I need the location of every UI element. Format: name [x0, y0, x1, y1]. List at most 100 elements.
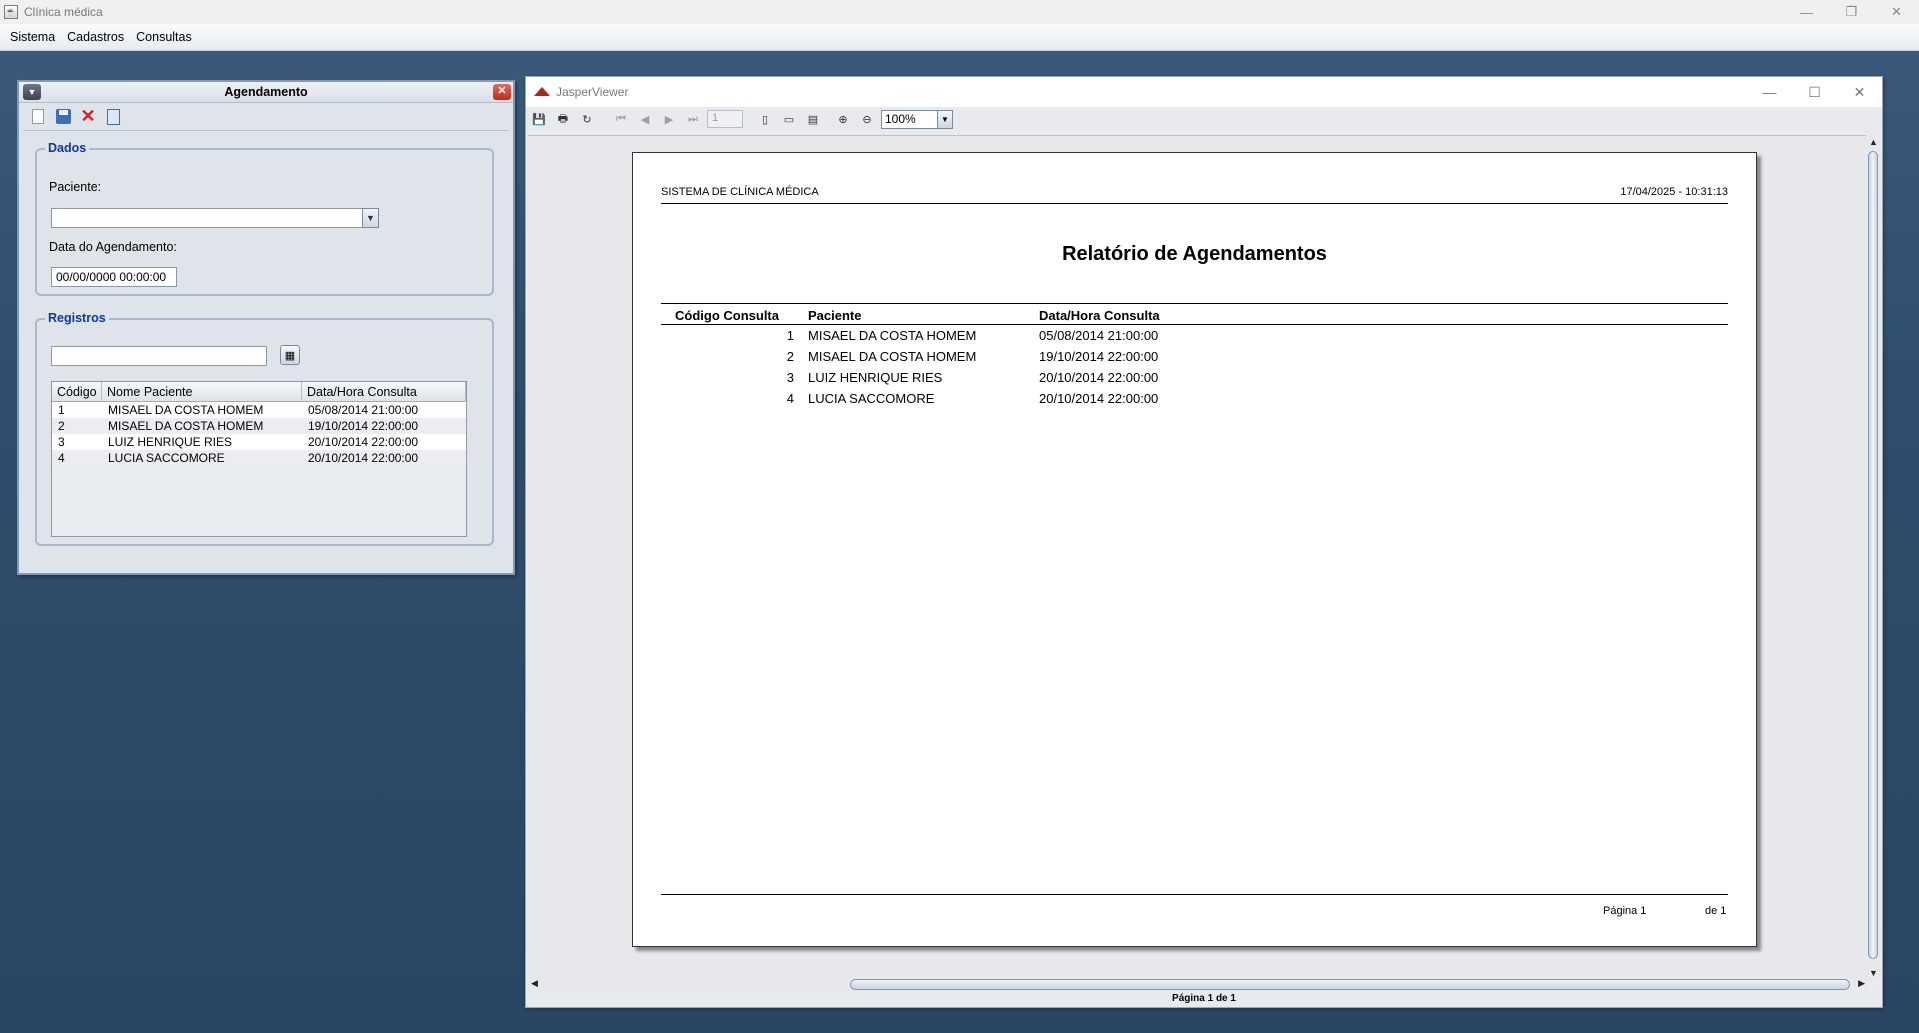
- page-icon: ▯: [761, 113, 769, 126]
- vertical-scrollbar[interactable]: ▲ ▼: [1866, 135, 1880, 980]
- agendamento-frame: ▼ Agendamento ✕ ✕ Dados Paciente: ▼ Data…: [17, 80, 515, 575]
- save-icon: [55, 109, 71, 124]
- scroll-down-icon[interactable]: ▼: [1869, 968, 1878, 978]
- fit-page-icon: ▭: [783, 113, 795, 126]
- prev-page-button[interactable]: ◀: [635, 109, 655, 129]
- first-page-button[interactable]: ⏮: [611, 109, 631, 129]
- scroll-up-icon[interactable]: ▲: [1869, 137, 1878, 147]
- cell-nome: LUCIA SACCOMORE: [108, 451, 225, 465]
- cell-nome: LUIZ HENRIQUE RIES: [108, 435, 233, 449]
- search-button[interactable]: ▦: [280, 345, 300, 365]
- table-row[interactable]: 3 LUIZ HENRIQUE RIES 20/10/2014 22:00:00: [52, 434, 466, 450]
- last-page-icon: ⏭: [688, 112, 698, 125]
- status-bar: Página 1 de 1: [1172, 993, 1236, 1004]
- java-app-icon: ☕: [4, 5, 18, 19]
- horizontal-scroll-thumb[interactable]: [850, 979, 1850, 990]
- dados-legend: Dados: [45, 141, 90, 155]
- frame-close-icon[interactable]: ✕: [493, 84, 511, 100]
- fit-width-icon: ▤: [807, 113, 819, 126]
- agendamento-toolbar: ✕: [23, 103, 509, 131]
- chevron-down-icon[interactable]: ▼: [937, 109, 953, 129]
- cell-data: 19/10/2014 22:00:00: [308, 419, 419, 433]
- footer-page-label: Página 1: [1603, 905, 1647, 917]
- jasper-toolbar: 💾 🖶 ↻ ⏮ ◀ ▶ ⏭ 1 ▯ ▭ ▤ ⊕ ⊖ 100% ▼: [526, 107, 1882, 131]
- report-row-paciente: MISAEL DA COSTA HOMEM: [808, 328, 977, 343]
- report-col-codigo: Código Consulta: [675, 308, 779, 323]
- report-button[interactable]: [104, 108, 122, 126]
- col-codigo[interactable]: Código: [52, 382, 102, 401]
- window-title: Clínica médica: [24, 5, 103, 19]
- jasperviewer-window: JasperViewer — ☐ ✕ 💾 🖶 ↻ ⏮ ◀ ▶ ⏭ 1 ▯ ▭ ▤…: [525, 76, 1883, 1008]
- zoom-combo[interactable]: 100% ▼: [881, 109, 953, 129]
- jasper-maximize-button[interactable]: ☐: [1792, 77, 1837, 107]
- report-row-paciente: LUIZ HENRIQUE RIES: [808, 370, 943, 385]
- report-row-datahora: 19/10/2014 22:00:00: [1039, 349, 1159, 364]
- vertical-scroll-thumb[interactable]: [1868, 151, 1878, 959]
- cell-codigo: 3: [58, 435, 65, 449]
- scroll-right-icon[interactable]: ▶: [1858, 978, 1865, 989]
- horizontal-scrollbar[interactable]: ◀ ▶: [528, 977, 1868, 991]
- table-row[interactable]: 2 MISAEL DA COSTA HOMEM 19/10/2014 22:00…: [52, 418, 466, 434]
- delete-icon: ✕: [80, 106, 96, 126]
- next-page-button[interactable]: ▶: [659, 109, 679, 129]
- cell-codigo: 2: [58, 419, 65, 433]
- new-button[interactable]: [29, 108, 47, 126]
- report-page: SISTEMA DE CLÍNICA MÉDICA 17/04/2025 - 1…: [632, 152, 1757, 947]
- report-row-codigo: 4: [786, 391, 794, 406]
- save-button[interactable]: [54, 108, 72, 126]
- table-row[interactable]: 1 MISAEL DA COSTA HOMEM 05/08/2014 21:00…: [52, 402, 466, 418]
- restore-button[interactable]: ❐: [1829, 0, 1874, 24]
- zoom-out-icon: ⊖: [862, 113, 872, 126]
- jasper-minimize-button[interactable]: —: [1747, 77, 1792, 107]
- zoom-out-button[interactable]: ⊖: [857, 109, 877, 129]
- search-input[interactable]: [51, 346, 267, 366]
- print-button[interactable]: 🖶: [553, 109, 573, 129]
- report-row-codigo: 3: [786, 370, 794, 385]
- page-number-field[interactable]: 1: [707, 110, 743, 128]
- fit-width-button[interactable]: ▤: [803, 109, 823, 129]
- cell-codigo: 4: [58, 451, 65, 465]
- menu-cadastros[interactable]: Cadastros: [61, 30, 130, 44]
- registros-group: Registros ▦ Código Nome Paciente Data/Ho…: [35, 311, 494, 546]
- reload-button[interactable]: ↻: [577, 109, 597, 129]
- table-row[interactable]: 4 LUCIA SACCOMORE 20/10/2014 22:00:00: [52, 450, 466, 466]
- prev-page-icon: ◀: [640, 113, 650, 126]
- report-title: Relatório de Agendamentos: [1062, 243, 1327, 265]
- minimize-button[interactable]: —: [1784, 0, 1829, 24]
- report-row-paciente: LUCIA SACCOMORE: [808, 391, 935, 406]
- jasper-close-button[interactable]: ✕: [1837, 77, 1882, 107]
- scroll-left-icon[interactable]: ◀: [531, 978, 538, 989]
- col-nome-paciente[interactable]: Nome Paciente: [102, 382, 302, 401]
- close-button[interactable]: ✕: [1874, 0, 1919, 24]
- actual-size-button[interactable]: ▯: [755, 109, 775, 129]
- cell-codigo: 1: [58, 403, 65, 417]
- search-icon: ▦: [284, 349, 296, 362]
- frame-menu-icon[interactable]: ▼: [23, 84, 41, 100]
- chevron-down-icon[interactable]: ▼: [362, 208, 379, 228]
- first-page-icon: ⏮: [616, 112, 626, 125]
- delete-button[interactable]: ✕: [79, 106, 97, 126]
- save-report-button[interactable]: 💾: [529, 109, 549, 129]
- report-viewport: SISTEMA DE CLÍNICA MÉDICA 17/04/2025 - 1…: [528, 135, 1868, 980]
- paciente-combo[interactable]: ▼: [51, 208, 379, 228]
- zoom-in-button[interactable]: ⊕: [833, 109, 853, 129]
- jasperviewer-titlebar[interactable]: JasperViewer — ☐ ✕: [526, 77, 1882, 107]
- registros-table: Código Nome Paciente Data/Hora Consulta …: [51, 381, 467, 537]
- dados-group: Dados Paciente: ▼ Data do Agendamento: 0…: [35, 141, 494, 296]
- report-row-datahora: 05/08/2014 21:00:00: [1039, 328, 1159, 343]
- menu-sistema[interactable]: Sistema: [4, 30, 61, 44]
- report-row-codigo: 1: [786, 328, 794, 343]
- report-row-datahora: 20/10/2014 22:00:00: [1039, 391, 1159, 406]
- col-data-hora[interactable]: Data/Hora Consulta: [302, 382, 466, 401]
- last-page-button[interactable]: ⏭: [683, 109, 703, 129]
- column-header-bottom-line: [661, 324, 1728, 325]
- column-header-top-line: [661, 303, 1728, 304]
- reload-icon: ↻: [582, 113, 592, 126]
- report-datetime: 17/04/2025 - 10:31:13: [1620, 186, 1728, 198]
- data-agendamento-field[interactable]: 00/00/0000 00:00:00: [51, 267, 177, 287]
- fit-page-button[interactable]: ▭: [779, 109, 799, 129]
- agendamento-titlebar[interactable]: ▼ Agendamento ✕: [19, 82, 513, 103]
- menu-bar: Sistema Cadastros Consultas: [0, 24, 1919, 51]
- menu-consultas[interactable]: Consultas: [130, 30, 198, 44]
- jasperviewer-title: JasperViewer: [556, 85, 629, 99]
